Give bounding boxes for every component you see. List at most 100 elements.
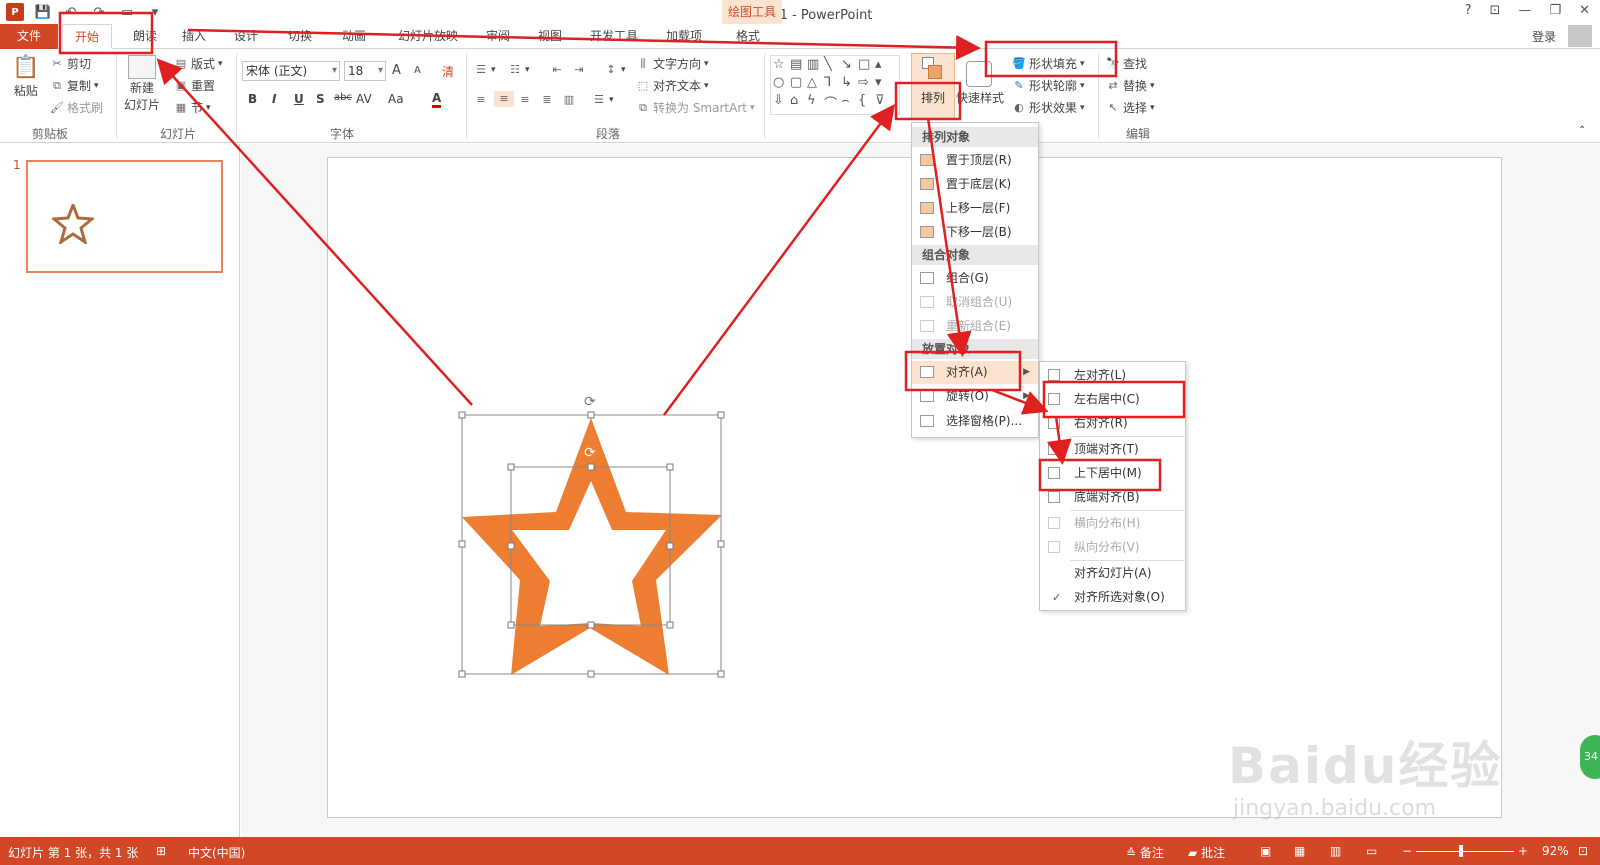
brace-shape-icon[interactable]: { <box>858 93 875 113</box>
gallery-scroll-down-icon[interactable]: ▾ <box>875 75 892 91</box>
zoom-level[interactable]: 92% <box>1542 844 1569 858</box>
freeform-shape-icon[interactable]: ⌂ <box>790 93 807 113</box>
tab-file[interactable]: 文件 <box>0 24 58 49</box>
replace-button[interactable]: ⇄ 替换 ▾ <box>1106 77 1154 94</box>
bring-forward-item[interactable]: 上移一层(F) <box>912 197 1038 220</box>
avatar[interactable] <box>1568 25 1592 47</box>
select-button[interactable]: ↖ 选择 ▾ <box>1106 99 1154 116</box>
lightning-shape-icon[interactable]: ϟ <box>807 93 824 113</box>
align-left-button[interactable]: ≡ <box>474 93 488 107</box>
distribute-vertically-item[interactable]: 纵向分布(V) <box>1040 536 1185 559</box>
floating-badge[interactable]: 34 <box>1580 735 1600 779</box>
section-button[interactable]: ▦ 节 ▾ <box>174 99 211 116</box>
zoom-in-button[interactable]: + <box>1518 844 1528 858</box>
rotate-item[interactable]: 旋转(O) ▶ <box>912 385 1038 408</box>
shape-fill-button[interactable]: 🪣 形状填充 ▾ <box>1012 55 1084 72</box>
tab-format[interactable]: 格式 <box>728 24 768 49</box>
triangle-shape-icon[interactable]: △ <box>807 75 824 91</box>
align-right-item[interactable]: 右对齐(R) <box>1040 412 1185 435</box>
bold-button[interactable]: B <box>248 92 257 106</box>
align-center-item[interactable]: 左右居中(C) <box>1040 388 1185 411</box>
columns-button[interactable]: ▥ <box>562 93 576 107</box>
elbow-connector-shape-icon[interactable]: ⅂ <box>824 75 841 91</box>
gallery-scroll-up-icon[interactable]: ▴ <box>875 57 892 73</box>
tab-insert[interactable]: 插入 <box>176 24 212 49</box>
help-button[interactable]: ? <box>1465 3 1472 18</box>
underline-button[interactable]: U <box>294 92 304 106</box>
comments-button[interactable]: ▰ 批注 <box>1188 844 1225 861</box>
textbox-shape-icon[interactable]: ▤ <box>790 57 807 73</box>
shape-outline-button[interactable]: ✎ 形状轮廓 ▾ <box>1012 77 1084 94</box>
distribute-horizontally-item[interactable]: 横向分布(H) <box>1040 512 1185 535</box>
curve-shape-icon[interactable]: ⌢ <box>841 93 858 113</box>
quick-styles-button[interactable]: 快速样式 <box>956 89 1004 106</box>
text-shadow-button[interactable]: S <box>316 92 325 106</box>
gallery-more-icon[interactable]: ⊽ <box>875 93 892 113</box>
language-indicator[interactable]: 中文(中国) <box>188 844 245 861</box>
numbering-button[interactable]: ☷ ▾ <box>508 63 529 77</box>
tab-view[interactable]: 视图 <box>532 24 568 49</box>
font-size-combo[interactable]: 18 <box>344 61 386 81</box>
send-backward-item[interactable]: 下移一层(B) <box>912 221 1038 244</box>
regroup-item[interactable]: 重新组合(E) <box>912 315 1038 338</box>
bring-to-front-item[interactable]: 置于顶层(R) <box>912 149 1038 172</box>
reset-button[interactable]: ▣ 重置 <box>174 77 215 94</box>
align-to-slide-item[interactable]: 对齐幻灯片(A) <box>1040 562 1185 585</box>
slide-sorter-icon[interactable]: ▦ <box>1294 844 1305 858</box>
maximize-button[interactable]: ❐ <box>1549 3 1561 18</box>
line-spacing-button[interactable]: ↕ ▾ <box>604 63 625 77</box>
ribbon-display-options-button[interactable]: ⊡ <box>1490 3 1501 18</box>
line-shape-icon[interactable]: ╲ <box>824 57 841 73</box>
align-selected-objects-item[interactable]: ✓ 对齐所选对象(O) <box>1040 586 1185 609</box>
customize-qat-icon[interactable]: ▾ <box>146 3 164 21</box>
star-shape-icon[interactable]: ☆ <box>773 57 790 73</box>
slideshow-view-icon[interactable]: ▭ <box>1366 844 1377 858</box>
shapes-gallery[interactable]: ☆ ▤ ▥ ╲ ↘ □ ▴ ○ ▢ △ ⅂ ↳ ⇨ ▾ ⇩ ⌂ ϟ ⌒ ⌢{⊽ <box>770 55 900 115</box>
ungroup-item[interactable]: 取消组合(U) <box>912 291 1038 314</box>
tab-read[interactable]: 朗读 <box>124 24 166 49</box>
font-color-button[interactable]: A <box>432 92 442 108</box>
decrease-indent-button[interactable]: ⇤ <box>550 63 564 77</box>
increase-indent-button[interactable]: ⇥ <box>572 63 586 77</box>
layout-button[interactable]: ▤ 版式 ▾ <box>174 55 223 72</box>
tab-design[interactable]: 设计 <box>228 24 264 49</box>
shrink-font-button[interactable]: A <box>414 65 421 76</box>
close-button[interactable]: ✕ <box>1579 3 1590 18</box>
right-arrow-shape-icon[interactable]: ⇨ <box>858 75 875 91</box>
minimize-button[interactable]: — <box>1518 3 1531 18</box>
tab-review[interactable]: 审阅 <box>480 24 516 49</box>
elbow-arrow-shape-icon[interactable]: ↳ <box>841 75 858 91</box>
paste-button[interactable]: 📋 粘贴 <box>12 55 39 99</box>
notes-button[interactable]: ≙ 备注 <box>1126 844 1164 861</box>
oval-shape-icon[interactable]: ○ <box>773 75 790 91</box>
normal-view-icon[interactable]: ▣ <box>1260 844 1271 858</box>
vertical-textbox-shape-icon[interactable]: ▥ <box>807 57 824 73</box>
undo-icon[interactable]: ↶ <box>62 3 80 21</box>
down-arrow-shape-icon[interactable]: ⇩ <box>773 93 790 113</box>
grow-font-button[interactable]: A <box>392 63 401 78</box>
align-text-button[interactable]: ⬚ 对齐文本 ▾ <box>636 77 709 94</box>
redo-icon[interactable]: ↷ <box>90 3 108 21</box>
tab-addins[interactable]: 加载项 <box>660 24 708 49</box>
arc-shape-icon[interactable]: ⌒ <box>824 93 841 113</box>
strikethrough-button[interactable]: abc <box>334 92 352 103</box>
login-link[interactable]: 登录 <box>1532 28 1556 45</box>
font-name-combo[interactable]: 宋体 (正文) <box>242 61 340 81</box>
align-item[interactable]: 对齐(A) ▶ <box>912 361 1038 384</box>
arrow-line-shape-icon[interactable]: ↘ <box>841 57 858 73</box>
save-icon[interactable]: 💾 <box>34 3 52 21</box>
find-button[interactable]: 🔭 查找 <box>1106 55 1147 72</box>
send-to-back-item[interactable]: 置于底层(K) <box>912 173 1038 196</box>
align-left-item[interactable]: 左对齐(L) <box>1040 364 1185 387</box>
fit-to-window-icon[interactable]: ⊡ <box>1578 844 1588 858</box>
align-bottom-item[interactable]: 底端对齐(B) <box>1040 486 1185 509</box>
tab-animations[interactable]: 动画 <box>336 24 372 49</box>
align-right-button[interactable]: ≡ <box>518 93 532 107</box>
align-middle-item[interactable]: 上下居中(M) <box>1040 462 1185 485</box>
reading-view-icon[interactable]: ▥ <box>1330 844 1341 858</box>
tab-developer[interactable]: 开发工具 <box>584 24 644 49</box>
collapse-ribbon-button[interactable]: ⌃ <box>1578 125 1586 136</box>
bullets-button[interactable]: ☰ ▾ <box>474 63 495 77</box>
copy-button[interactable]: ⧉ 复制 ▾ <box>50 77 98 94</box>
text-direction-button[interactable]: ⫼ 文字方向 ▾ <box>636 55 708 72</box>
